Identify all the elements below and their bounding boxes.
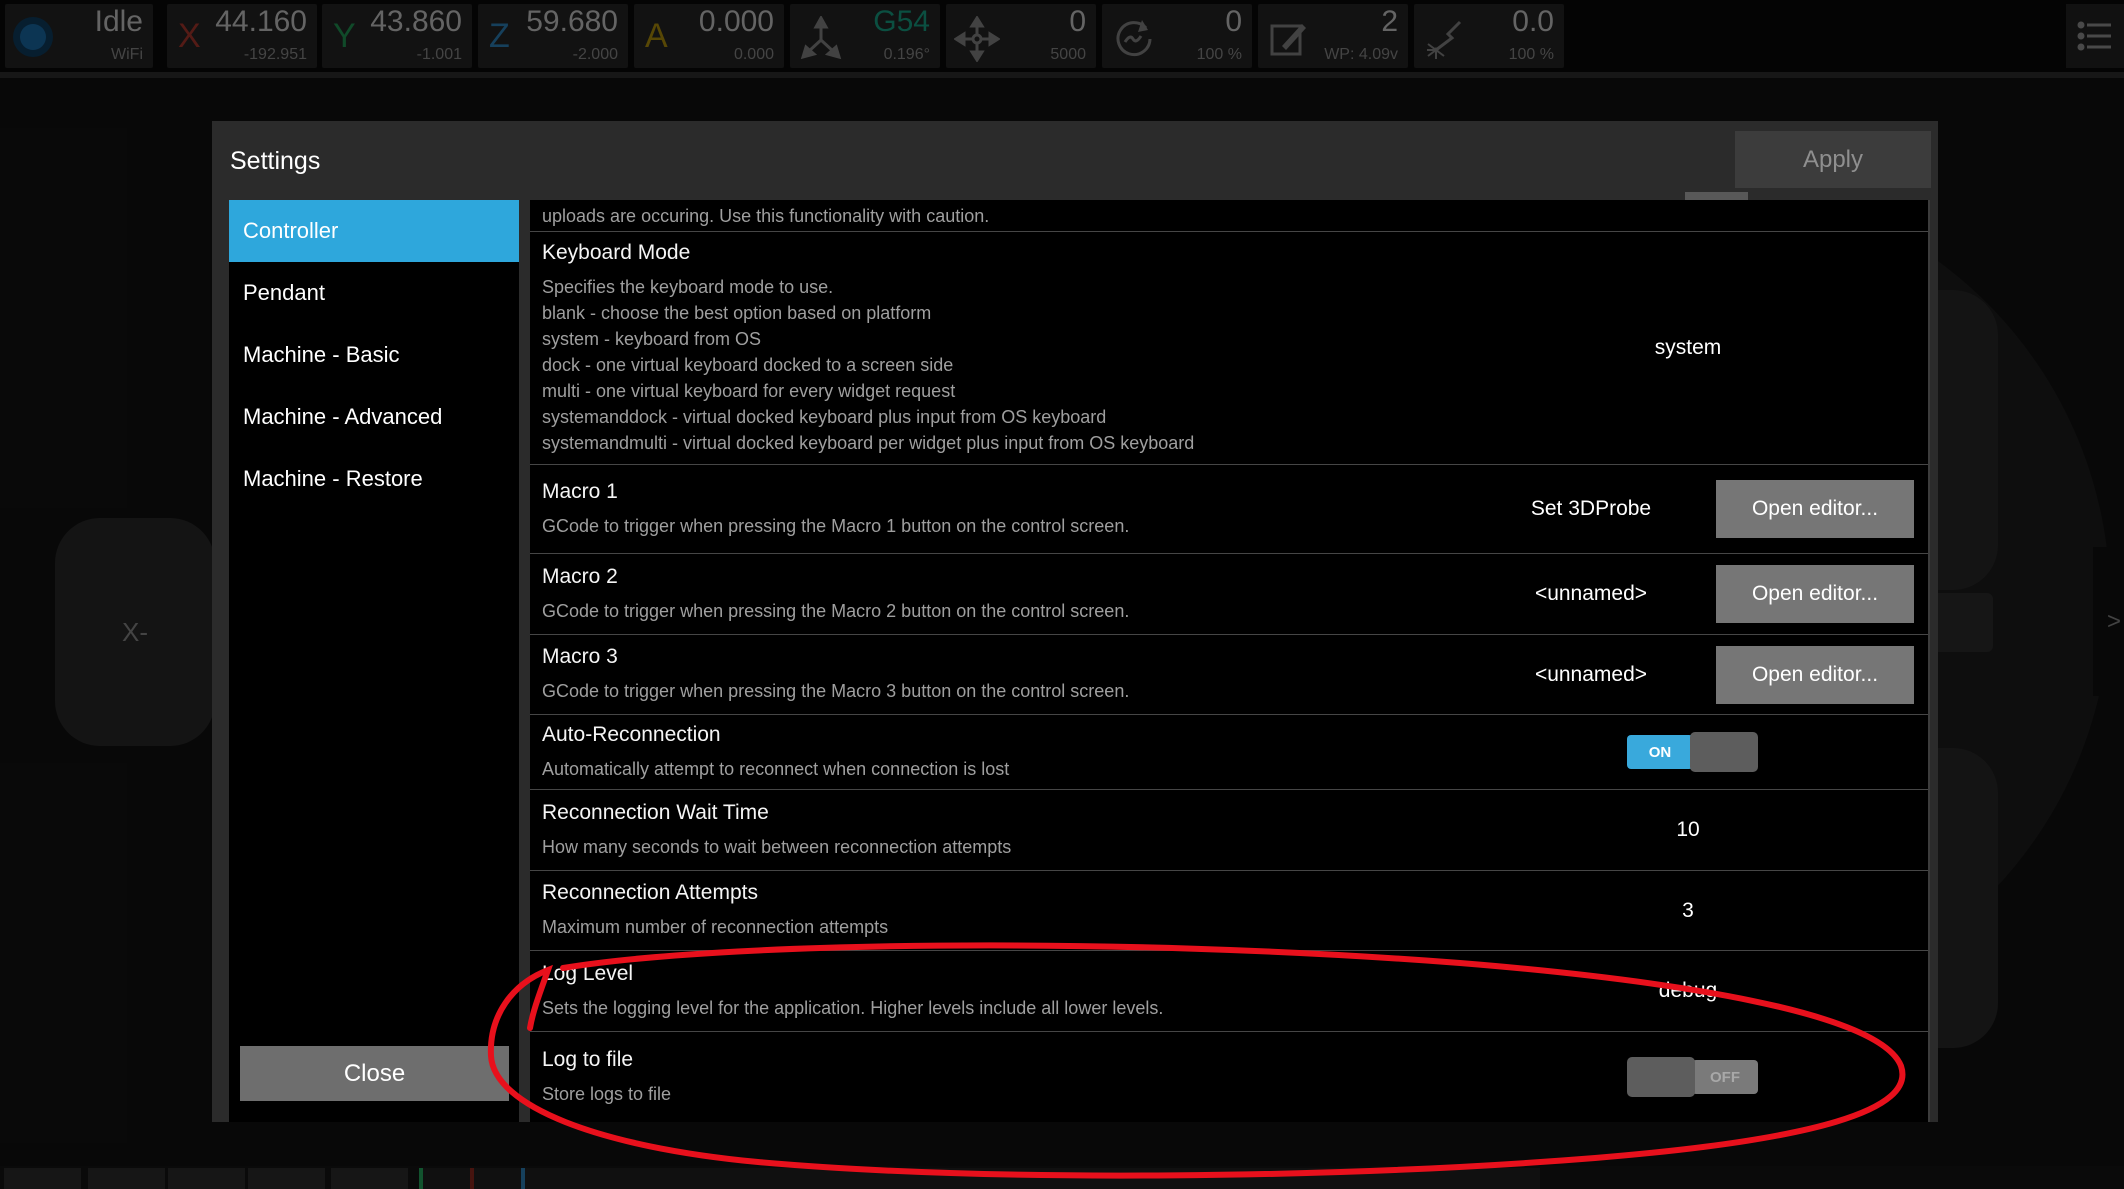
setting-desc: Maximum number of reconnection attempts (542, 914, 1468, 940)
sidebar-item-machine-restore[interactable]: Machine - Restore (229, 448, 519, 510)
keyboard-mode-value[interactable]: system (1468, 336, 1908, 360)
macro-1-open-editor-button[interactable]: Open editor... (1716, 480, 1914, 538)
log-to-file-toggle[interactable]: OFF (1627, 1057, 1758, 1097)
setting-desc-line: systemandmulti - virtual docked keyboard… (542, 430, 1468, 456)
setting-title: Keyboard Mode (542, 241, 1468, 265)
auto-reconnection-toggle[interactable]: ON (1627, 732, 1758, 772)
sidebar-item-machine-advanced[interactable]: Machine - Advanced (229, 386, 519, 448)
setting-row-reconnection-attempts: Reconnection Attempts Maximum number of … (530, 871, 1928, 951)
dialog-title: Settings (230, 147, 320, 176)
setting-desc: Sets the logging level for the applicati… (542, 995, 1468, 1021)
setting-desc: How many seconds to wait between reconne… (542, 834, 1468, 860)
macro-2-value[interactable]: <unnamed> (1466, 582, 1716, 606)
toggle-knob (1690, 732, 1758, 772)
setting-desc: Store logs to file (542, 1081, 1627, 1107)
setting-desc-line: blank - choose the best option based on … (542, 300, 1468, 326)
setting-title: Macro 1 (542, 480, 1466, 504)
setting-title: Log Level (542, 962, 1468, 986)
setting-desc-line: Specifies the keyboard mode to use. (542, 274, 1468, 300)
toggle-on-label: ON (1627, 735, 1693, 769)
setting-desc: GCode to trigger when pressing the Macro… (542, 513, 1466, 539)
setting-desc: GCode to trigger when pressing the Macro… (542, 678, 1466, 704)
setting-title: Reconnection Attempts (542, 881, 1468, 905)
toggle-off-label: OFF (1692, 1060, 1758, 1094)
reconnection-wait-time-value[interactable]: 10 (1468, 818, 1908, 842)
sidebar-item-pendant[interactable]: Pendant (229, 262, 519, 324)
setting-row-reconnection-wait-time: Reconnection Wait Time How many seconds … (530, 790, 1928, 871)
setting-row-clipped: uploads are occuring. Use this functiona… (530, 200, 1928, 232)
macro-3-value[interactable]: <unnamed> (1466, 663, 1716, 687)
setting-row-macro-2: Macro 2 GCode to trigger when pressing t… (530, 554, 1928, 635)
setting-desc-line: multi - one virtual keyboard for every w… (542, 378, 1468, 404)
settings-dialog: Settings Apply Controller Pendant Machin… (212, 121, 1938, 1122)
apply-button[interactable]: Apply (1735, 131, 1931, 188)
setting-desc-line: dock - one virtual keyboard docked to a … (542, 352, 1468, 378)
setting-desc: Automatically attempt to reconnect when … (542, 756, 1627, 782)
setting-desc-line: systemanddock - virtual docked keyboard … (542, 404, 1468, 430)
reconnection-attempts-value[interactable]: 3 (1468, 899, 1908, 923)
sidebar-item-machine-basic[interactable]: Machine - Basic (229, 324, 519, 386)
setting-row-keyboard-mode: Keyboard Mode Specifies the keyboard mod… (530, 232, 1928, 465)
clipped-row-button (1685, 192, 1748, 200)
setting-desc: uploads are occuring. Use this functiona… (542, 206, 989, 226)
setting-desc-line: system - keyboard from OS (542, 326, 1468, 352)
setting-title: Auto-Reconnection (542, 723, 1627, 747)
setting-title: Macro 3 (542, 645, 1466, 669)
sidebar-item-controller[interactable]: Controller (229, 200, 519, 262)
settings-content: uploads are occuring. Use this functiona… (530, 200, 1930, 1122)
macro-3-open-editor-button[interactable]: Open editor... (1716, 646, 1914, 704)
setting-row-log-to-file: Log to file Store logs to file OFF (530, 1032, 1928, 1122)
settings-sidebar: Controller Pendant Machine - Basic Machi… (229, 200, 519, 1122)
setting-desc: GCode to trigger when pressing the Macro… (542, 598, 1466, 624)
toggle-knob (1627, 1057, 1695, 1097)
setting-title: Macro 2 (542, 565, 1466, 589)
setting-title: Log to file (542, 1048, 1627, 1072)
setting-row-auto-reconnection: Auto-Reconnection Automatically attempt … (530, 715, 1928, 790)
setting-title: Reconnection Wait Time (542, 801, 1468, 825)
log-level-value[interactable]: debug (1468, 979, 1908, 1003)
close-button[interactable]: Close (240, 1046, 509, 1101)
setting-row-macro-1: Macro 1 GCode to trigger when pressing t… (530, 465, 1928, 554)
setting-row-macro-3: Macro 3 GCode to trigger when pressing t… (530, 635, 1928, 715)
setting-row-log-level: Log Level Sets the logging level for the… (530, 951, 1928, 1032)
macro-1-value[interactable]: Set 3DProbe (1466, 497, 1716, 521)
macro-2-open-editor-button[interactable]: Open editor... (1716, 565, 1914, 623)
